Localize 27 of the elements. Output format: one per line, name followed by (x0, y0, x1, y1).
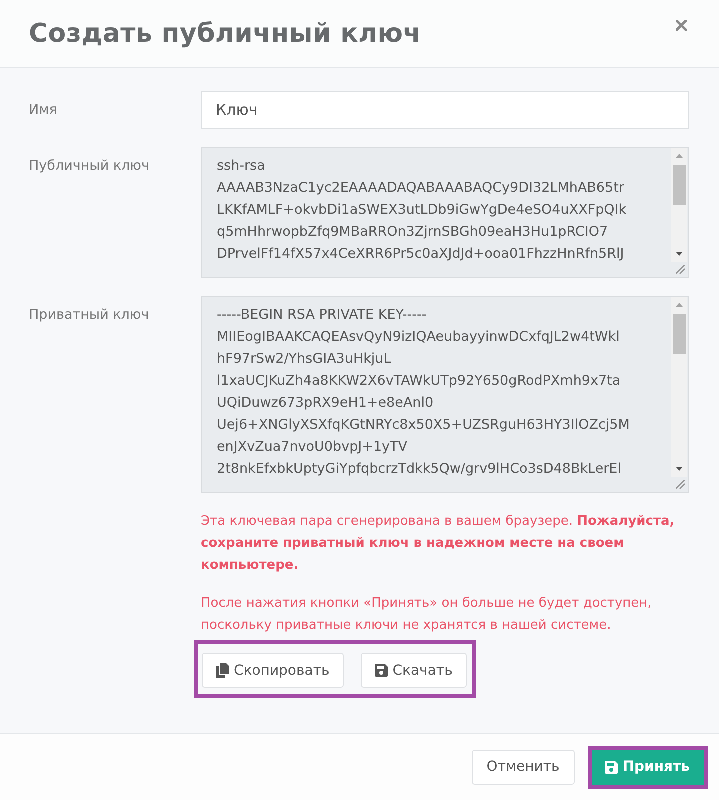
scroll-thumb[interactable] (672, 165, 686, 205)
field-label: Имя (29, 101, 58, 120)
close-button[interactable] (676, 20, 687, 31)
cancel-button[interactable]: Отменить (472, 750, 575, 784)
copy-button[interactable]: Скопировать (202, 653, 344, 688)
scroll-up-icon[interactable] (676, 154, 682, 158)
field-label: Публичный ключ (29, 157, 151, 176)
name-input-field[interactable]: Ключ (201, 91, 689, 129)
scrollbar[interactable] (671, 297, 687, 477)
key-textarea[interactable]: ssh-rsa AAAAB3NzaC1yc2EAAAADAQABAAABAQCy9DI32LMhAB65tr LKKfAMLF+okvbDi1aSWEX3utLDb9iGwYgDe4eSO4uXXFpQIk q5mHhrwopbZfq9MBaRROn3ZjrnSBGh09eaH3Hu1pRCIO7 DPrvelFf14fX57x4CeXRR6Pr5c0aXJdJd+ooa01FhzzHnRfn5RlJ (201, 147, 689, 278)
scroll-thumb[interactable] (672, 314, 686, 354)
warning-text: После нажатия кнопки «Принять» он больше не будет доступен, поскольку приватные ключи не хранятся в нашей системе. (201, 595, 653, 635)
dialog-title: Создать публичный ключ (29, 18, 422, 48)
download-button[interactable]: Скачать (360, 653, 467, 688)
save-icon (374, 664, 388, 677)
save-icon (604, 760, 618, 774)
close-icon (676, 20, 687, 31)
scroll-down-icon[interactable] (676, 467, 682, 471)
warning-text: Эта ключевая пара сгенерирована в вашем браузере. Пожалуйста, сохраните приватный ключ в надежном месте на своем компьютере. (201, 513, 676, 575)
copy-icon (216, 663, 229, 678)
field-label: Приватный ключ (29, 306, 150, 325)
scrollbar[interactable] (671, 148, 687, 262)
key-textarea[interactable]: -----BEGIN RSA PRIVATE KEY----- MIIEogIBAAKCAQEAsvQyN9izIQAeubayyinwDCxfqJL2w4tWkl hF97rSw2/YhsGIA3uHkjuL l1xaUCJKuZh4a8KKW2X6vTAWkUTp92Y650gRodPXmh9x7ta UQiDuwz673pRX9eH1+e8eAnl0 Uej6+XNGlyXSXfqKGtNRYc8x50X5+UZSRguH63HY3IlOZcj5M enJXvZua7nvoU0bvpJ+1yTV 2t8nkEfxbkUptyGiYpfqbcrzTdkk5Qw/grv9lHCo3sD48BkLerEl (201, 296, 689, 493)
scroll-down-icon[interactable] (676, 252, 682, 256)
resize-grip-icon[interactable] (676, 480, 685, 489)
resize-grip-icon[interactable] (676, 265, 685, 274)
scroll-up-icon[interactable] (676, 303, 682, 307)
